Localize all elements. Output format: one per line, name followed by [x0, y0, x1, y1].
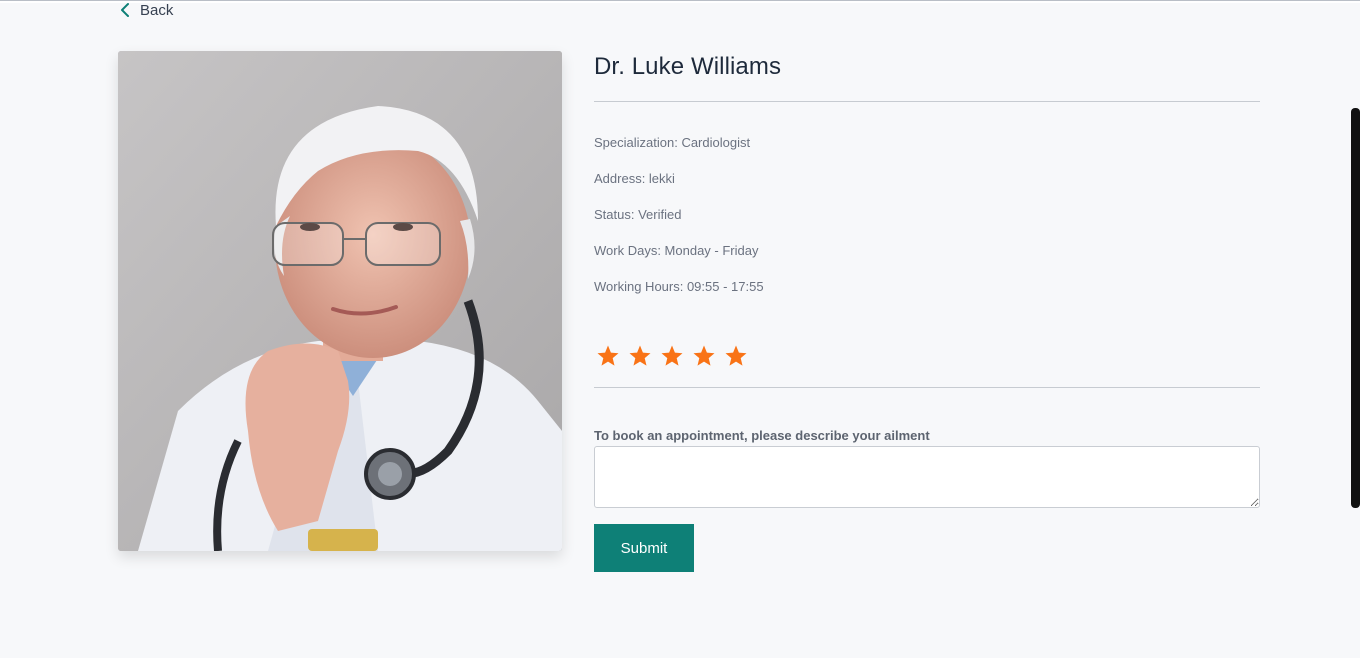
doctor-name: Dr. Luke Williams	[594, 53, 782, 80]
back-link[interactable]: Back	[118, 1, 173, 19]
back-label: Back	[140, 1, 174, 19]
ailment-label: To book an appointment, please describe …	[594, 428, 930, 443]
star-icon	[597, 345, 619, 366]
chevron-left-icon	[121, 3, 129, 17]
star-icon	[629, 345, 651, 366]
rating-divider	[594, 387, 1260, 388]
specialization-text: Specialization: Cardiologist	[594, 135, 751, 150]
address-text: Address: lekki	[594, 171, 675, 186]
status-text: Status: Verified	[594, 207, 682, 222]
name-divider	[594, 101, 1260, 102]
submit-button[interactable]: Submit	[594, 524, 694, 572]
working-hours-text: Working Hours: 09:55 - 17:55	[594, 279, 764, 294]
top-border	[0, 0, 1360, 3]
doctor-info: Dr. Luke Williams Specialization: Cardio…	[594, 50, 1260, 572]
rating-stars	[596, 344, 748, 368]
work-days-text: Work Days: Monday - Friday	[594, 243, 759, 258]
scrollbar[interactable]	[1351, 108, 1360, 508]
star-icon	[693, 345, 715, 366]
star-icon	[661, 345, 683, 366]
doctor-photo	[118, 51, 562, 551]
star-icon	[725, 345, 747, 366]
doctor-details: Specialization: Cardiologist Address: le…	[594, 134, 764, 314]
ailment-input[interactable]	[594, 446, 1260, 508]
